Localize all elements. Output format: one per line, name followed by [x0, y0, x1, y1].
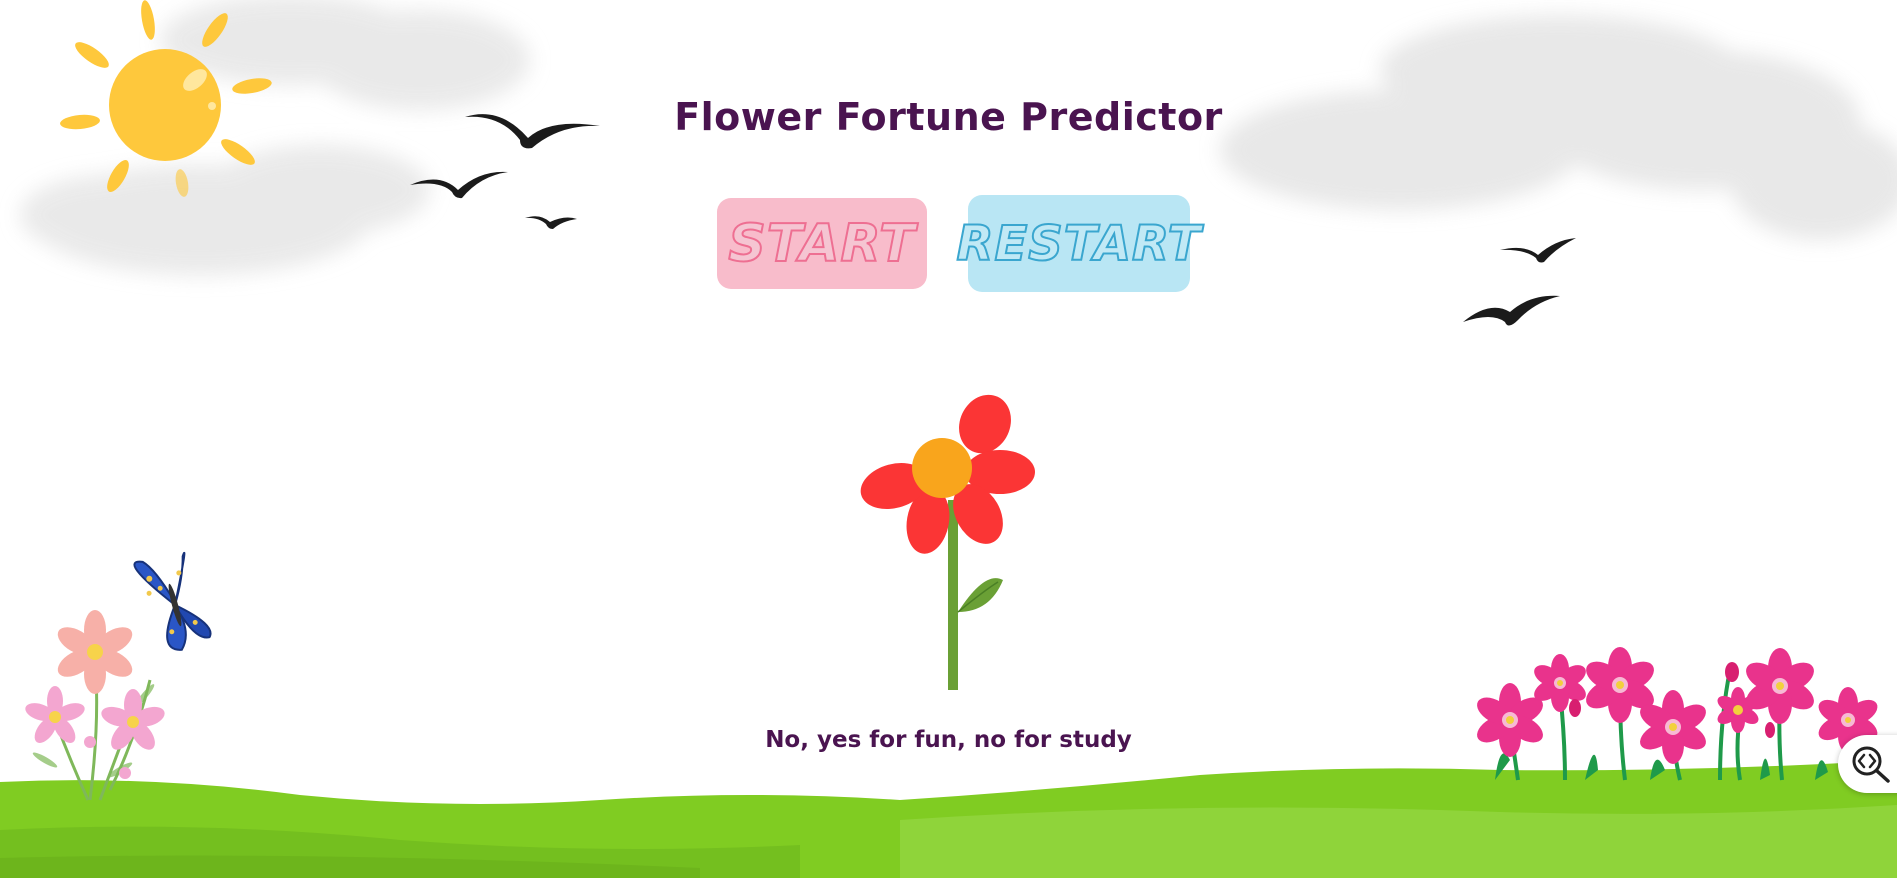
game-stage: Flower Fortune Predictor START RESTART N… — [0, 0, 1897, 878]
lily-flowers-right — [1477, 647, 1885, 781]
cosmos-flowers-left — [25, 610, 165, 801]
start-button[interactable]: START — [717, 198, 927, 289]
restart-button[interactable]: RESTART — [955, 195, 1202, 292]
code-search-icon — [1852, 746, 1890, 783]
birds-right — [1463, 238, 1576, 326]
code-search-fab[interactable] — [1838, 735, 1897, 793]
grass-ground — [0, 760, 1897, 878]
butterfly-icon — [133, 551, 212, 651]
fortune-answer-text: No, yes for fun, no for study — [765, 727, 1132, 753]
fortune-flower — [860, 394, 1035, 690]
page-title: Flower Fortune Predictor — [674, 95, 1223, 139]
